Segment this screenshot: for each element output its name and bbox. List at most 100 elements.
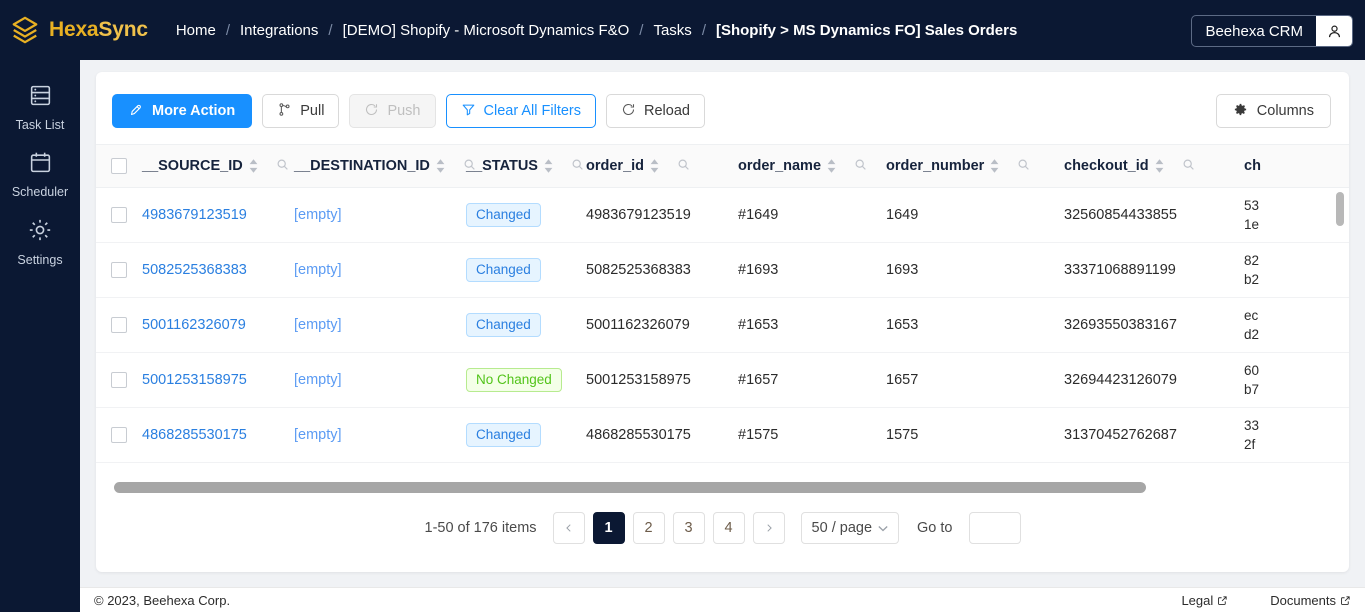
row-checkbox[interactable] <box>111 317 127 333</box>
cell-order-name: #1575 <box>738 427 779 443</box>
user-menu-button[interactable]: Beehexa CRM <box>1191 15 1353 47</box>
status-badge: No Changed <box>466 367 562 393</box>
cell-source-id[interactable]: 5082525368383 <box>142 262 294 278</box>
sidebar-item-settings[interactable]: Settings <box>0 208 80 276</box>
pagination-page-3[interactable]: 3 <box>672 512 705 544</box>
cell-destination-id[interactable]: [empty] <box>294 372 466 388</box>
pagination-page-2[interactable]: 2 <box>632 512 665 544</box>
cell-order-number: 1575 <box>886 427 919 443</box>
breadcrumb-item-home[interactable]: Home <box>176 20 216 41</box>
column-header-label: order_number <box>886 158 985 174</box>
breadcrumb-item-tasks[interactable]: Tasks <box>653 20 691 41</box>
column-header-label: __SOURCE_ID <box>142 158 243 174</box>
chevron-down-icon <box>878 525 888 531</box>
pull-label: Pull <box>300 103 325 119</box>
page-size-select[interactable]: 50 / page <box>800 512 900 544</box>
cell-source-id[interactable]: 5001162326079 <box>142 317 294 333</box>
push-button: Push <box>349 94 436 128</box>
table-vertical-scrollbar[interactable] <box>1336 188 1347 493</box>
column-header-destination-id[interactable]: __DESTINATION_ID <box>294 144 475 188</box>
select-all-cell <box>96 144 142 188</box>
chevron-right-icon <box>766 524 772 532</box>
table-body: 4983679123519 [empty] Changed 4983679123… <box>96 188 1349 493</box>
sort-icon[interactable] <box>436 159 445 173</box>
cell-source-id[interactable]: 4868285530175 <box>142 427 294 443</box>
breadcrumb-separator: / <box>225 21 230 39</box>
cell-checkout-token: 53 1e <box>1244 198 1304 232</box>
clear-all-filters-button[interactable]: Clear All Filters <box>445 94 596 128</box>
table-row[interactable]: 4868285530175 [empty] Changed 4868285530… <box>96 408 1349 463</box>
cell-destination-id[interactable]: [empty] <box>294 427 466 443</box>
table-vertical-scrollbar-thumb[interactable] <box>1336 192 1344 226</box>
cell-checkout-id: 33371068891199 <box>1064 262 1176 278</box>
column-search-icon[interactable] <box>276 158 289 175</box>
sort-icon[interactable] <box>1155 159 1164 173</box>
row-checkbox[interactable] <box>111 372 127 388</box>
column-search-icon[interactable] <box>1182 158 1195 175</box>
brand-logo[interactable]: HexaSync <box>0 15 148 45</box>
column-header-order-number[interactable]: order_number <box>886 144 1064 188</box>
breadcrumb-item-integrations[interactable]: Integrations <box>240 20 318 41</box>
sort-icon[interactable] <box>249 159 258 173</box>
table-row[interactable]: 5082525368383 [empty] Changed 5082525368… <box>96 243 1349 298</box>
sidebar-item-label: Settings <box>17 253 63 267</box>
row-checkbox[interactable] <box>111 207 127 223</box>
column-search-icon[interactable] <box>854 158 867 175</box>
select-all-checkbox[interactable] <box>111 158 127 174</box>
cell-source-id[interactable]: 4983679123519 <box>142 207 294 223</box>
column-header-status[interactable]: __STATUS <box>466 144 586 188</box>
column-search-icon[interactable] <box>571 158 584 175</box>
token-line-2: b2 <box>1244 272 1260 287</box>
reload-button[interactable]: Reload <box>606 94 705 128</box>
row-select-cell <box>96 262 142 278</box>
sort-icon[interactable] <box>990 159 999 173</box>
column-search-icon[interactable] <box>677 158 690 175</box>
goto-page-input[interactable] <box>968 512 1021 544</box>
column-header-order-name[interactable]: order_name <box>738 144 886 188</box>
row-checkbox[interactable] <box>111 262 127 278</box>
footer-link-documents[interactable]: Documents <box>1270 593 1351 608</box>
pull-button[interactable]: Pull <box>262 94 340 128</box>
hexagon-stack-icon <box>12 16 38 44</box>
cell-order-id: 5082525368383 <box>586 262 691 278</box>
cell-destination-id[interactable]: [empty] <box>294 207 466 223</box>
pagination-summary: 1-50 of 176 items <box>424 520 537 536</box>
pagination-page-1[interactable]: 1 <box>592 512 625 544</box>
user-icon[interactable] <box>1316 16 1352 46</box>
pagination-prev-button[interactable] <box>552 512 585 544</box>
breadcrumb-item-demo-integration[interactable]: [DEMO] Shopify - Microsoft Dynamics F&O <box>343 20 630 41</box>
pagination-page-4[interactable]: 4 <box>712 512 745 544</box>
breadcrumb-item-current: [Shopify > MS Dynamics FO] Sales Orders <box>715 21 1018 39</box>
brand-name: HexaSync <box>49 18 148 41</box>
token-line-1: 60 <box>1244 363 1260 378</box>
column-header-checkout-id[interactable]: checkout_id <box>1064 144 1244 188</box>
token-line-2: b7 <box>1244 382 1260 397</box>
column-header-order-id[interactable]: order_id <box>586 144 738 188</box>
column-header-source-id[interactable]: __SOURCE_ID <box>142 144 294 188</box>
sort-icon[interactable] <box>827 159 836 173</box>
column-header-label: __STATUS <box>466 158 538 174</box>
cell-destination-id[interactable]: [empty] <box>294 317 466 333</box>
sidebar-item-task-list[interactable]: Task List <box>0 74 80 141</box>
external-link-icon <box>1341 595 1350 605</box>
cell-checkout-id: 32693550383167 <box>1064 317 1177 333</box>
sidebar-item-scheduler[interactable]: Scheduler <box>0 141 80 208</box>
pagination-next-button[interactable] <box>752 512 785 544</box>
footer-link-legal[interactable]: Legal <box>1181 593 1228 608</box>
breadcrumb-separator: / <box>328 21 333 39</box>
columns-button[interactable]: Columns <box>1215 94 1331 128</box>
column-search-icon[interactable] <box>1017 158 1030 175</box>
column-header-checkout-token[interactable]: ch <box>1244 144 1304 188</box>
cell-order-name: #1649 <box>738 207 779 223</box>
row-checkbox[interactable] <box>111 427 127 443</box>
more-action-button[interactable]: More Action <box>112 94 253 128</box>
table-row[interactable]: 5001253158975 [empty] No Changed 5001253… <box>96 353 1349 408</box>
table-row[interactable]: 4983679123519 [empty] Changed 4983679123… <box>96 188 1349 243</box>
cell-source-id[interactable]: 5001253158975 <box>142 372 294 388</box>
sort-icon[interactable] <box>544 159 553 173</box>
sort-icon[interactable] <box>650 159 659 173</box>
table-row[interactable]: 5001162326079 [empty] Changed 5001162326… <box>96 298 1349 353</box>
table-horizontal-scrollbar-thumb[interactable] <box>114 482 1146 493</box>
cell-destination-id[interactable]: [empty] <box>294 262 466 278</box>
cell-order-id: 5001253158975 <box>586 372 691 388</box>
